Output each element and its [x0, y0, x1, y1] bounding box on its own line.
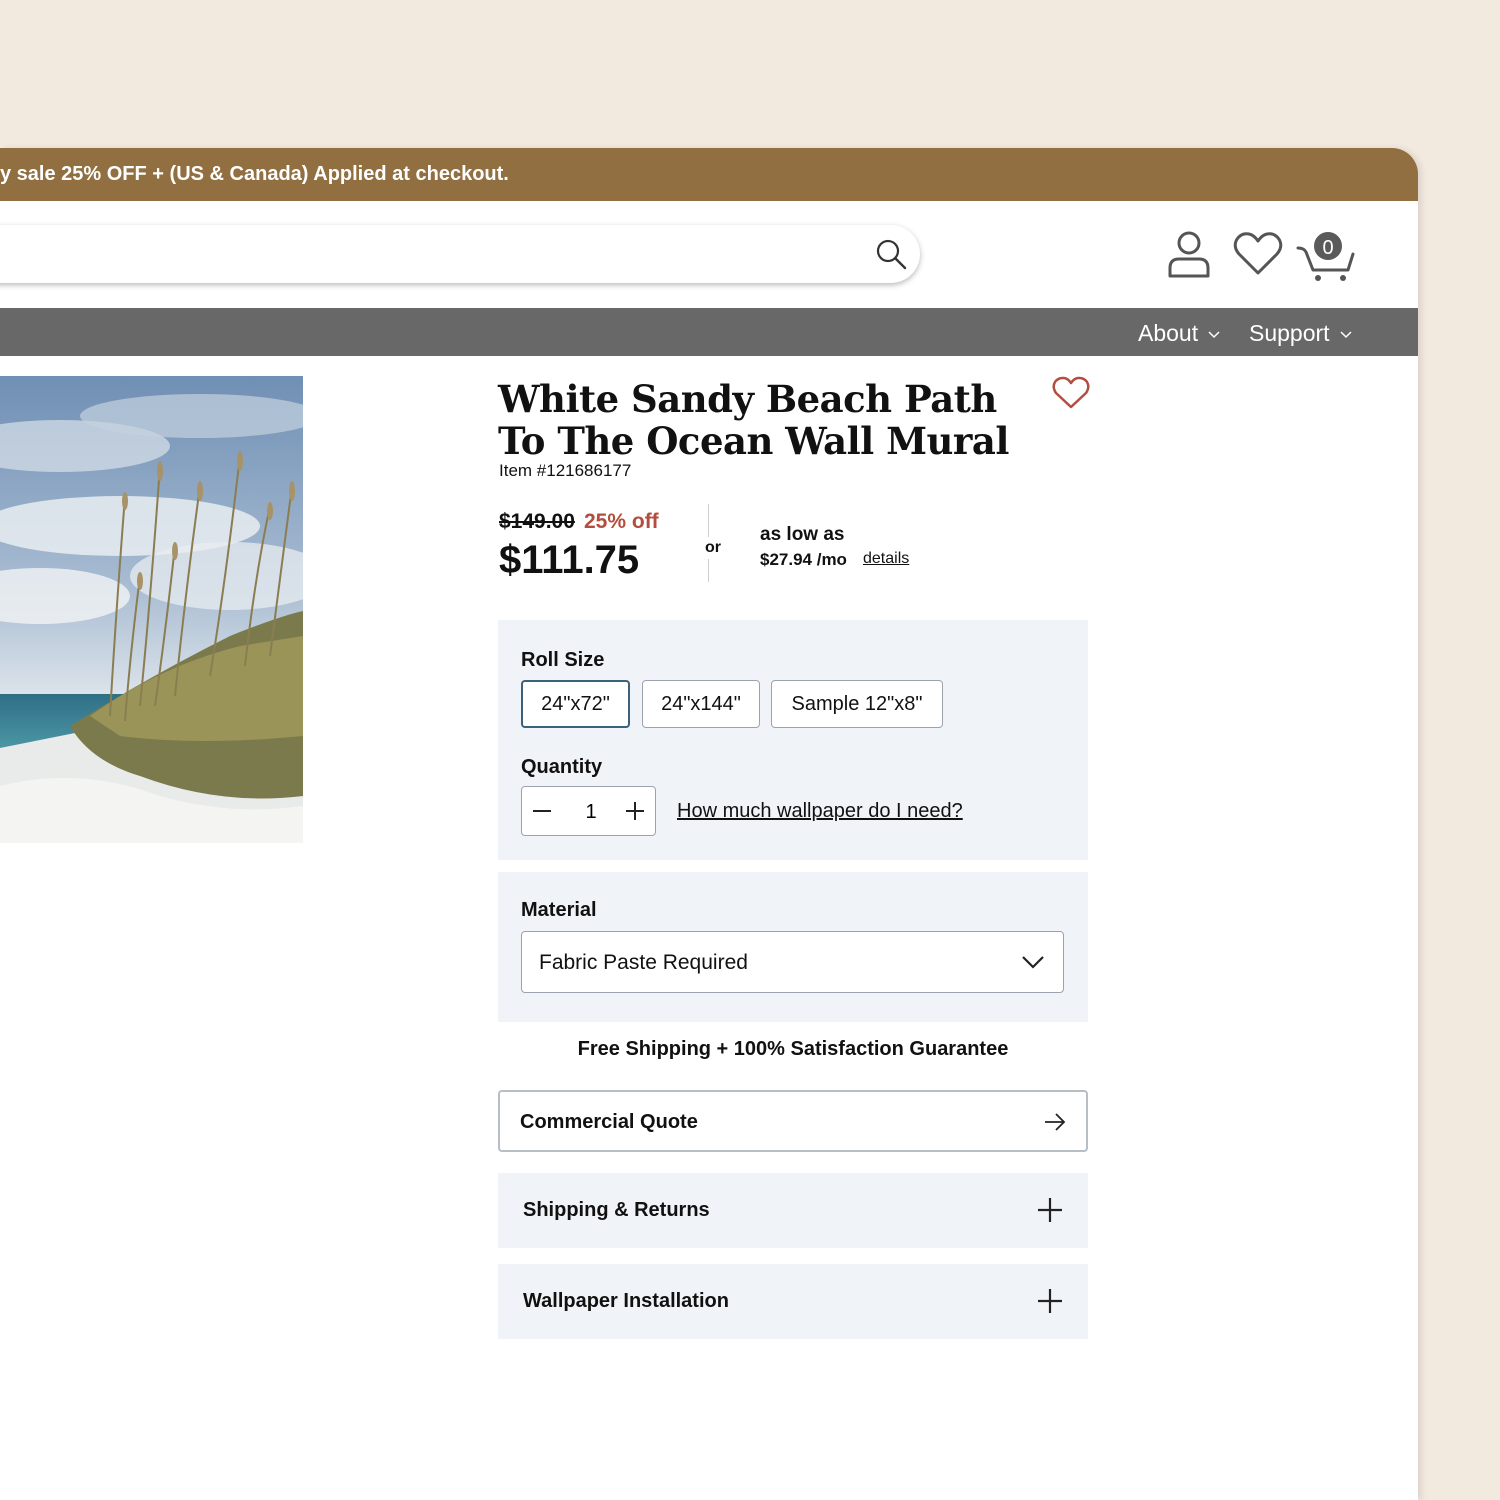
commercial-quote-label: Commercial Quote	[520, 1111, 698, 1133]
financing-details-link[interactable]: details	[863, 550, 909, 568]
product-image[interactable]	[0, 376, 303, 843]
minus-icon[interactable]	[530, 799, 554, 823]
account-icon[interactable]	[1166, 230, 1212, 278]
guarantee-text: Free Shipping + 100% Satisfaction Guaran…	[577, 1038, 1009, 1060]
beach-mural-image	[0, 376, 303, 843]
quantity-input[interactable]	[572, 787, 610, 837]
product-title: White Sandy Beach Path To The Ocean Wall…	[498, 377, 1009, 463]
size-option-24x144[interactable]: 24"x144"	[642, 680, 760, 728]
nav-item-label: Support	[1249, 320, 1330, 346]
size-option-24x72[interactable]: 24"x72"	[521, 680, 630, 728]
promo-text: y sale 25% OFF + (US & Canada) Applied a…	[0, 163, 509, 185]
promo-bar: y sale 25% OFF + (US & Canada) Applied a…	[0, 148, 1418, 201]
original-price: $149.00	[499, 510, 575, 533]
sale-price: $111.75	[499, 538, 640, 582]
favorite-heart-icon[interactable]	[1052, 376, 1090, 410]
chevron-down-icon	[1022, 956, 1044, 969]
chevron-down-icon	[1340, 331, 1352, 338]
quantity-stepper	[521, 786, 656, 837]
cart-button[interactable]: 0	[1296, 230, 1358, 282]
item-number: Item #121686177	[499, 461, 632, 480]
nav-item-support[interactable]: Support	[1249, 320, 1352, 347]
accordion-shipping-returns[interactable]: Shipping & Returns	[498, 1173, 1088, 1248]
accordion-label: Wallpaper Installation	[523, 1290, 729, 1312]
material-selected-value: Fabric Paste Required	[539, 951, 748, 974]
plus-icon	[1038, 1198, 1062, 1222]
arrow-right-icon	[1045, 1113, 1066, 1131]
monthly-price: $27.94 /mo	[760, 550, 847, 569]
material-select[interactable]: Fabric Paste Required	[521, 931, 1064, 993]
accordion-label: Shipping & Returns	[523, 1199, 710, 1221]
or-label: or	[705, 537, 721, 559]
wallpaper-calculator-link[interactable]: How much wallpaper do I need?	[677, 800, 963, 823]
material-panel: Material Fabric Paste Required	[498, 872, 1088, 1022]
nav-item-about[interactable]: About	[1138, 320, 1220, 347]
plus-icon	[1038, 1289, 1062, 1313]
wishlist-heart-icon[interactable]	[1233, 231, 1283, 277]
discount-label: 25% off	[584, 510, 659, 533]
material-label: Material	[521, 899, 597, 921]
quantity-label: Quantity	[521, 756, 603, 778]
search-icon[interactable]	[874, 237, 908, 271]
accordion-wallpaper-installation[interactable]: Wallpaper Installation	[498, 1264, 1088, 1339]
cart-count-badge: 0	[1312, 230, 1344, 262]
chevron-down-icon	[1208, 331, 1220, 338]
size-option-sample[interactable]: Sample 12"x8"	[771, 680, 943, 728]
plus-icon[interactable]	[623, 799, 647, 823]
search-input[interactable]	[0, 225, 920, 283]
options-panel: Roll Size 24"x72" 24"x144" Sample 12"x8"…	[498, 620, 1088, 860]
financing-label: as low as	[760, 524, 845, 545]
commercial-quote-button[interactable]: Commercial Quote	[498, 1090, 1088, 1152]
roll-size-label: Roll Size	[521, 649, 605, 671]
browser-window: y sale 25% OFF + (US & Canada) Applied a…	[0, 148, 1418, 1500]
nav-item-label: About	[1138, 320, 1199, 346]
nav-bar: About Support	[0, 308, 1418, 356]
